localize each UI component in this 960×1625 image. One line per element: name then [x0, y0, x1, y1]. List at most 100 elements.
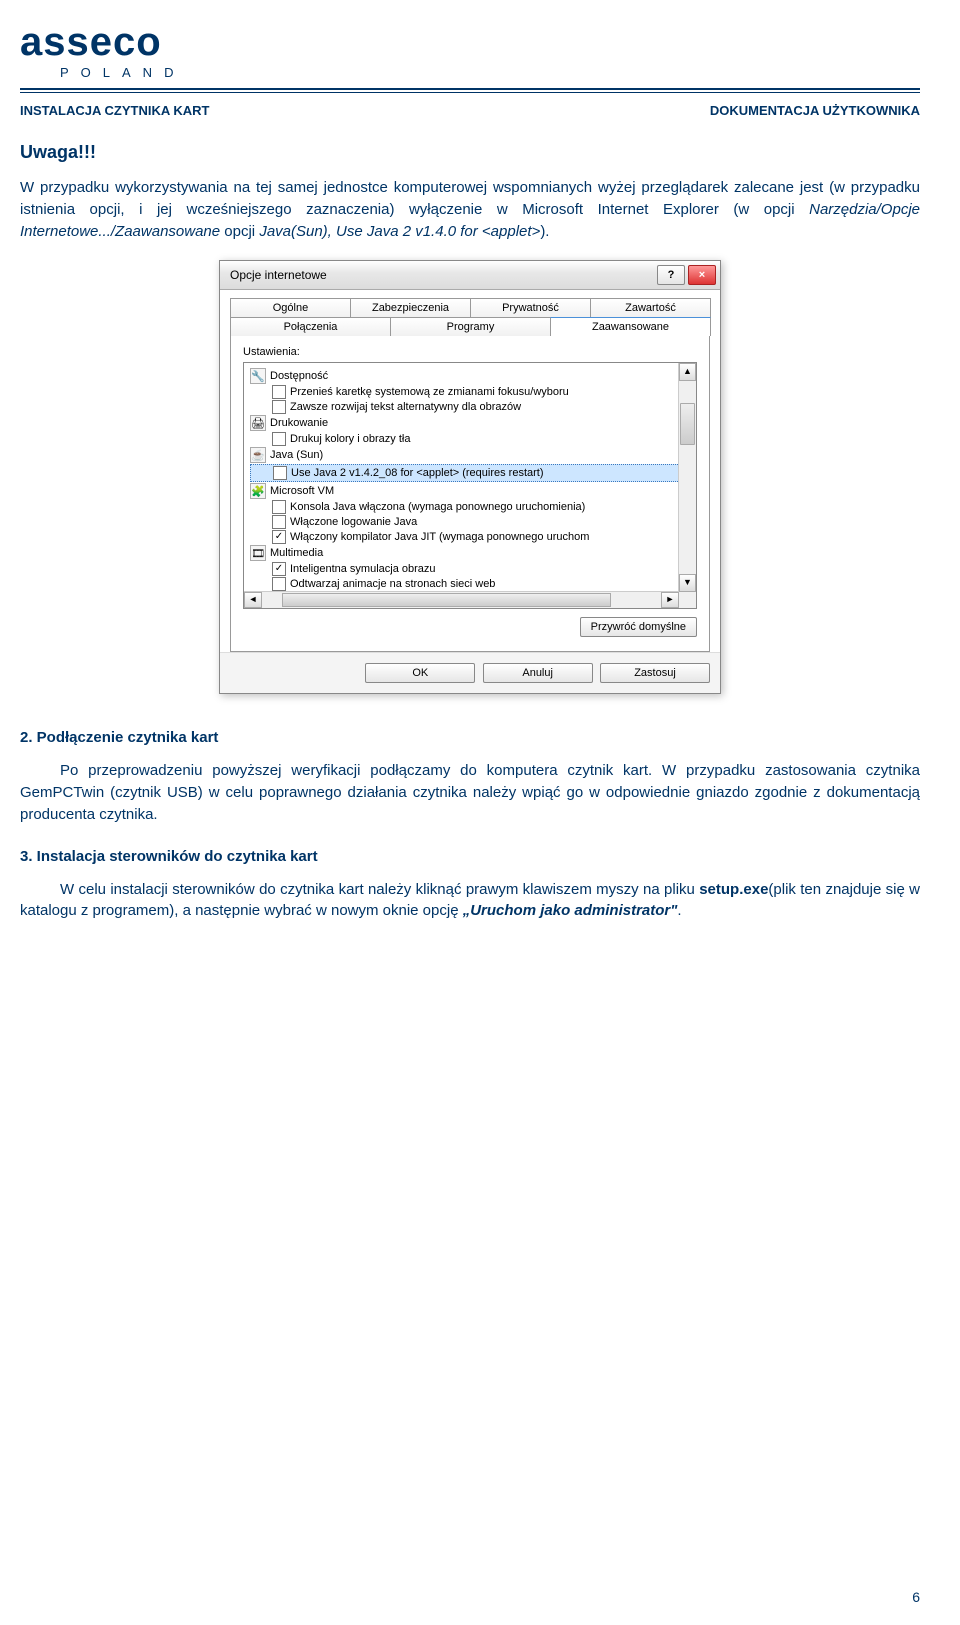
tree-group[interactable]: 🖨 Drukowanie	[250, 415, 696, 431]
brand-name: asseco	[20, 20, 920, 65]
scroll-left-icon[interactable]: ◄	[244, 592, 262, 608]
tab-row-1: Ogólne Zabezpieczenia Prywatność Zawarto…	[230, 298, 710, 317]
tree-group-label: Multimedia	[270, 547, 323, 559]
brand-subtitle: POLAND	[60, 65, 920, 80]
tab-programy[interactable]: Programy	[390, 317, 551, 336]
section-3-body: W celu instalacji sterowników do czytnik…	[20, 879, 920, 923]
settings-tree: 🔧 Dostępność Przenieś karetkę systemową ze…	[243, 362, 697, 609]
tree-item[interactable]: Konsola Java włączona (wymaga ponownego …	[250, 500, 696, 514]
tab-body: Ustawienia: 🔧 Dostępność Przenieś karetkę …	[230, 335, 710, 652]
dialog-title: Opcje internetowe	[230, 268, 654, 282]
tree-items: 🔧 Dostępność Przenieś karetkę systemową ze…	[244, 363, 696, 609]
group-icon: 🎞	[250, 545, 266, 561]
checkbox[interactable]	[272, 515, 286, 529]
tree-item-label: Włączone logowanie Java	[290, 516, 417, 528]
tab-prywatnosc[interactable]: Prywatność	[470, 298, 591, 317]
restore-defaults-button[interactable]: Przywróć domyślne	[580, 617, 697, 637]
checkbox[interactable]	[272, 385, 286, 399]
tree-item[interactable]: Use Java 2 v1.4.2_08 for <applet> (requi…	[250, 464, 696, 482]
tree-item[interactable]: ✓ Inteligentna symulacja obrazu	[250, 562, 696, 576]
internet-options-dialog: Opcje internetowe ? × Ogólne Zabezpiecze…	[219, 260, 721, 694]
tree-item[interactable]: Zawsze rozwijaj tekst alternatywny dla o…	[250, 400, 696, 414]
scroll-thumb-h[interactable]	[282, 593, 611, 607]
tree-item[interactable]: Drukuj kolory i obrazy tła	[250, 432, 696, 446]
text: .	[677, 902, 681, 919]
doc-title-left: INSTALACJA CZYTNIKA KART	[20, 103, 209, 118]
tree-item[interactable]: Odtwarzaj animacje na stronach sieci web	[250, 577, 696, 591]
text: ).	[540, 223, 549, 240]
text-italic: Java(Sun), Use Java 2 v1.4.0 for <applet…	[259, 223, 540, 240]
tree-item-label: Włączony kompilator Java JIT (wymaga pon…	[290, 531, 589, 543]
doc-title-right: DOKUMENTACJA UŻYTKOWNIKA	[710, 103, 920, 118]
text-bold: setup.exe	[699, 881, 768, 898]
paragraph-1: W przypadku wykorzystywania na tej samej…	[20, 177, 920, 242]
close-button[interactable]: ×	[688, 265, 716, 285]
settings-label: Ustawienia:	[243, 346, 697, 358]
tab-ogolne[interactable]: Ogólne	[230, 298, 351, 317]
tabs-container: Ogólne Zabezpieczenia Prywatność Zawarto…	[220, 290, 720, 652]
section-2-heading: 2. Podłączenie czytnika kart	[20, 729, 920, 746]
scroll-right-icon[interactable]: ►	[661, 592, 679, 608]
checkbox[interactable]: ✓	[272, 562, 286, 576]
tree-group-label: Dostępność	[270, 370, 328, 382]
tree-item[interactable]: Włączone logowanie Java	[250, 515, 696, 529]
checkbox[interactable]	[272, 577, 286, 591]
section-3-heading: 3. Instalacja sterowników do czytnika ka…	[20, 848, 920, 865]
checkbox[interactable]	[272, 500, 286, 514]
warning-heading: Uwaga!!!	[20, 142, 920, 163]
vertical-scrollbar[interactable]: ▲ ▼	[678, 363, 696, 608]
text: W przypadku wykorzystywania na tej samej…	[20, 179, 920, 218]
dialog-titlebar[interactable]: Opcje internetowe ? ×	[220, 261, 720, 290]
group-icon: 🖨	[250, 415, 266, 431]
checkbox[interactable]	[272, 400, 286, 414]
group-icon: 🧩	[250, 483, 266, 499]
scroll-thumb[interactable]	[680, 403, 695, 445]
scroll-track[interactable]	[262, 592, 661, 608]
scroll-up-icon[interactable]: ▲	[679, 363, 696, 381]
text-bold-italic: „Uruchom jako administrator"	[463, 902, 678, 919]
tree-item-label: Odtwarzaj animacje na stronach sieci web	[290, 578, 495, 590]
logo-area: asseco POLAND	[20, 20, 920, 80]
tab-row-2: Połączenia Programy Zaawansowane	[230, 317, 710, 336]
tree-item-label: Drukuj kolory i obrazy tła	[290, 433, 410, 445]
tree-group[interactable]: 🎞 Multimedia	[250, 545, 696, 561]
scroll-down-icon[interactable]: ▼	[679, 574, 696, 592]
tree-group[interactable]: 🧩 Microsoft VM	[250, 483, 696, 499]
restore-row: Przywróć domyślne	[243, 617, 697, 637]
tree-item-label: Use Java 2 v1.4.2_08 for <applet> (requi…	[291, 467, 544, 479]
tree-group-label: Java (Sun)	[270, 449, 323, 461]
checkbox[interactable]: ✓	[272, 530, 286, 544]
apply-button[interactable]: Zastosuj	[600, 663, 710, 683]
cancel-button[interactable]: Anuluj	[483, 663, 593, 683]
doc-header-bar: INSTALACJA CZYTNIKA KART DOKUMENTACJA UŻ…	[20, 103, 920, 118]
divider	[20, 92, 920, 93]
tree-item-label: Inteligentna symulacja obrazu	[290, 563, 436, 575]
tree-item-label: Przenieś karetkę systemową ze zmianami f…	[290, 386, 569, 398]
checkbox[interactable]	[273, 466, 287, 480]
checkbox[interactable]	[272, 432, 286, 446]
tab-zawartosc[interactable]: Zawartość	[590, 298, 711, 317]
tree-item[interactable]: ✓ Włączony kompilator Java JIT (wymaga po…	[250, 530, 696, 544]
tree-item-label: Odtwarzaj wideo na stronach sieci web	[290, 608, 480, 609]
tree-group[interactable]: ☕ Java (Sun)	[250, 447, 696, 463]
tab-zaawansowane[interactable]: Zaawansowane	[550, 317, 711, 336]
tree-group-label: Microsoft VM	[270, 485, 334, 497]
text: W celu instalacji sterowników do czytnik…	[60, 881, 699, 898]
tree-item-label: Zawsze rozwijaj tekst alternatywny dla o…	[290, 401, 521, 413]
group-icon: ☕	[250, 447, 266, 463]
group-icon: 🔧	[250, 368, 266, 384]
tree-item-label: Konsola Java włączona (wymaga ponownego …	[290, 501, 585, 513]
help-button[interactable]: ?	[657, 265, 685, 285]
text: opcji	[220, 223, 259, 240]
tab-zabezpieczenia[interactable]: Zabezpieczenia	[350, 298, 471, 317]
horizontal-scrollbar[interactable]: ◄ ►	[244, 591, 679, 608]
divider	[20, 88, 920, 90]
tree-group[interactable]: 🔧 Dostępność	[250, 368, 696, 384]
ok-button[interactable]: OK	[365, 663, 475, 683]
tab-polaczenia[interactable]: Połączenia	[230, 317, 391, 336]
page-number: 6	[912, 1589, 920, 1605]
tree-group-label: Drukowanie	[270, 417, 328, 429]
dialog-footer: OK Anuluj Zastosuj	[220, 652, 720, 693]
section-2-body: Po przeprowadzeniu powyższej weryfikacji…	[20, 760, 920, 825]
tree-item[interactable]: Przenieś karetkę systemową ze zmianami f…	[250, 385, 696, 399]
